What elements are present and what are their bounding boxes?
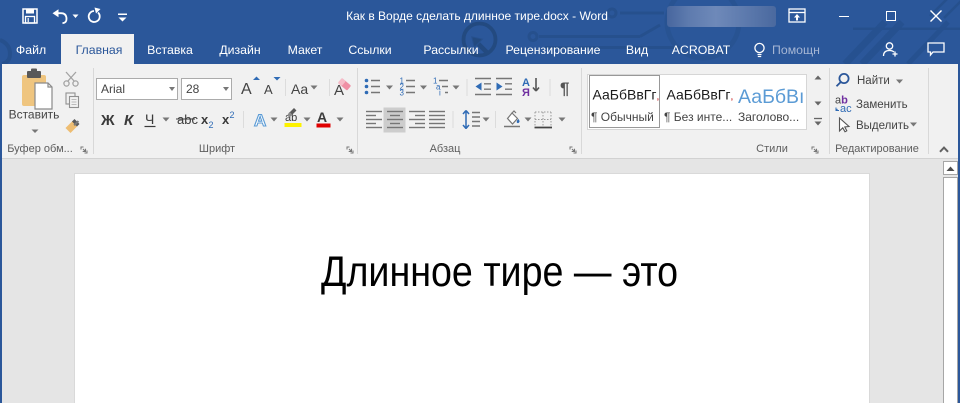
svg-text:АаБбВı: АаБбВı [738,86,804,108]
svg-text:¶: ¶ [560,79,569,98]
svg-text:2: 2 [209,120,214,130]
svg-text:Найти: Найти [857,75,890,87]
svg-text:А: А [254,111,266,130]
svg-text:Ч: Ч [145,111,154,127]
svg-text:ac: ac [840,103,852,115]
svg-text:i: i [439,89,441,98]
svg-text:Заменить: Заменить [856,99,908,111]
svg-text:Вставить: Вставить [9,108,60,122]
svg-text:Выделить: Выделить [856,120,909,132]
svg-text:АаБбВвГг,: АаБбВвГг, [667,87,734,103]
svg-text:¶ Обычный: ¶ Обычный [591,110,654,124]
svg-text:3: 3 [400,89,405,98]
svg-text:¶ Без инте...: ¶ Без инте... [664,110,732,124]
svg-text:А: А [264,82,273,97]
svg-text:2: 2 [230,110,235,120]
svg-text:А: А [317,109,327,125]
svg-text:Я: Я [522,87,530,99]
svg-text:АаБбВвГг,: АаБбВвГг, [593,87,660,103]
svg-text:Ж: Ж [100,112,115,129]
svg-text:К: К [124,112,135,129]
svg-text:Aa: Aa [291,81,308,97]
svg-text:А: А [241,81,252,98]
svg-text:Заголово...: Заголово... [738,110,799,124]
